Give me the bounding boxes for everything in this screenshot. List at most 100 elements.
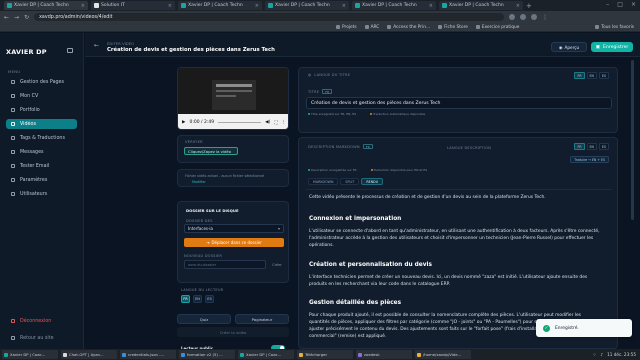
- move-to-folder-button[interactable]: ⇥ Déplacer dans ce dossier: [184, 238, 284, 247]
- browser-tab[interactable]: Xavier DP | Coach Techn ×: [178, 1, 262, 10]
- taskbar-item[interactable]: credentials.json -...: [120, 350, 176, 359]
- browser-tab[interactable]: Xavier DP | Coach Techn ×: [265, 1, 349, 10]
- all-bookmarks[interactable]: Tous les favoris: [595, 25, 634, 30]
- browser-tab[interactable]: Xavier DP | Coach Techn ×: [352, 1, 436, 10]
- lang-en-button[interactable]: EN: [193, 295, 202, 303]
- app-icon: [4, 352, 8, 357]
- sidebar-item-pages[interactable]: Gestion des Pages: [6, 77, 77, 87]
- app-icon: [181, 352, 185, 357]
- pages-icon: [11, 80, 15, 84]
- menu-icon[interactable]: ⋮: [542, 14, 548, 21]
- video-icon: [11, 122, 15, 126]
- bookmark-item[interactable]: Projets: [336, 25, 357, 30]
- verify-pill[interactable]: Cliquez/Zapez la vidéo: [184, 147, 238, 155]
- taskbar-item[interactable]: Télécharger: [297, 350, 353, 359]
- flag-es-button[interactable]: ES: [598, 143, 609, 150]
- volume-icon[interactable]: ♪: [600, 352, 603, 357]
- close-window-icon[interactable]: ×: [631, 1, 636, 8]
- more-icon[interactable]: ⋮: [282, 120, 287, 125]
- bookmark-item[interactable]: Fiche Store: [438, 25, 468, 30]
- bookmark-item[interactable]: ARC: [364, 25, 379, 30]
- close-tab-icon[interactable]: ×: [255, 3, 259, 9]
- brand-logo[interactable]: XAVIER DP: [6, 48, 47, 56]
- tab-rendu[interactable]: RENDU: [361, 178, 384, 185]
- new-folder-input[interactable]: nom-du-dossier: [184, 260, 266, 269]
- sidebar-item-messages[interactable]: Messages: [6, 147, 77, 157]
- folder-icon: [417, 352, 421, 357]
- bookmark-item[interactable]: Exercice pratique: [475, 25, 519, 30]
- bookmark-item[interactable]: Access the Prin...: [387, 25, 430, 30]
- close-tab-icon[interactable]: ×: [429, 3, 433, 9]
- sidebar-item-test-email[interactable]: Tester Email: [6, 161, 77, 171]
- title-field-label: TITRE FR: [308, 89, 333, 94]
- profile-icon[interactable]: [531, 14, 538, 20]
- translate-button[interactable]: Traduire → EN + ES: [570, 156, 609, 163]
- flag-en-button[interactable]: EN: [586, 143, 597, 150]
- create-folder-button[interactable]: Créer: [269, 260, 285, 269]
- flag-es-button[interactable]: ES: [598, 72, 609, 79]
- lang-fr-button[interactable]: FR: [181, 295, 190, 303]
- scrollbar[interactable]: [631, 60, 634, 220]
- play-icon[interactable]: ▶: [182, 120, 185, 125]
- window-controls: – □ ×: [606, 1, 636, 8]
- sidebar-item-users[interactable]: Utilisateurs: [6, 189, 77, 199]
- video-file-dropzone[interactable]: Fichier vidéo actuel - aucun fichier sél…: [177, 169, 289, 187]
- tab-markdown[interactable]: MARKDOWN: [308, 178, 339, 185]
- forward-icon[interactable]: →: [14, 14, 19, 21]
- title-warn-note: Traduction automatique disponible: [370, 112, 425, 116]
- save-button[interactable]: ▣ Enregistrer: [591, 42, 633, 52]
- back-arrow-icon[interactable]: ←: [94, 42, 99, 49]
- taskbar-item[interactable]: Chat-GPT | Ayan...: [61, 350, 117, 359]
- taskbar-item[interactable]: zoedesk: [356, 350, 412, 359]
- sidebar-item-videos[interactable]: Vidéos: [6, 119, 77, 129]
- taskbar-item[interactable]: /home/xavdp/Vide...: [415, 350, 471, 359]
- app-icon: [358, 352, 362, 357]
- video-player[interactable]: ▶ 0:00 / 2:49 ◀) ⛶ ⋮: [177, 67, 289, 130]
- flag-fr-button[interactable]: FR: [574, 143, 585, 150]
- maximize-icon[interactable]: □: [617, 1, 623, 8]
- network-icon[interactable]: ⌔: [592, 352, 596, 358]
- paginator-button[interactable]: Paginateur: [235, 314, 289, 324]
- quiz-button[interactable]: Quiz: [177, 314, 231, 324]
- preview-button[interactable]: ◉ Aperçu: [551, 42, 587, 52]
- taskbar-item[interactable]: formation v2 (5) ...: [179, 350, 235, 359]
- extension-icon[interactable]: [509, 14, 516, 20]
- close-tab-icon[interactable]: ×: [81, 3, 85, 9]
- flag-fr-button[interactable]: FR: [574, 72, 585, 79]
- video-thumbnail: [212, 80, 256, 110]
- sidebar-item-cv[interactable]: Mon CV: [6, 91, 77, 101]
- back-to-site-link[interactable]: Retour au site: [6, 336, 54, 341]
- menu-section-label: MENU: [8, 69, 21, 74]
- new-tab-button[interactable]: +: [526, 2, 532, 10]
- lang-es-button[interactable]: ES: [205, 295, 214, 303]
- browser-tab[interactable]: Solution IT ×: [91, 1, 175, 10]
- video-progress[interactable]: [218, 122, 262, 123]
- browser-tab[interactable]: Xavier DP | Coach Techn ×: [439, 1, 523, 10]
- player-language-label: LANGUE DU LECTEUR: [181, 288, 224, 292]
- clock[interactable]: 11 déc. 23:55: [607, 352, 636, 357]
- sidebar-item-settings[interactable]: Paramètres: [6, 175, 77, 185]
- reload-icon[interactable]: ↻: [24, 14, 29, 21]
- close-tab-icon[interactable]: ×: [168, 3, 172, 9]
- browser-tab[interactable]: Xavier DP | Coach Techn ×: [4, 1, 88, 10]
- taskbar-item[interactable]: Xavier DP | Coac...: [238, 350, 294, 359]
- collapse-sidebar-icon[interactable]: [67, 48, 73, 53]
- create-video-button[interactable]: Créer la vidéo: [177, 327, 289, 337]
- logout-button[interactable]: Déconnexion: [6, 319, 51, 324]
- sidebar-item-tags[interactable]: Tags & Traductions: [6, 133, 77, 143]
- tab-split[interactable]: SPLIT: [340, 178, 360, 185]
- flag-en-button[interactable]: EN: [586, 72, 597, 79]
- url-input[interactable]: xavdp.pro/admin/videos/4/edit: [34, 13, 505, 21]
- sidebar-item-portfolio[interactable]: Portfolio: [6, 105, 77, 115]
- extension-icon[interactable]: [520, 14, 527, 20]
- close-tab-icon[interactable]: ×: [342, 3, 346, 9]
- back-icon[interactable]: ←: [4, 14, 9, 21]
- taskbar-item[interactable]: Xavier DP | Coac...: [2, 350, 58, 359]
- minimize-icon[interactable]: –: [606, 1, 609, 8]
- title-input[interactable]: Création de devis et gestion des pièces …: [306, 97, 612, 109]
- close-tab-icon[interactable]: ×: [516, 3, 520, 9]
- folder-select[interactable]: Interfaces-ia ▾: [184, 224, 284, 233]
- fullscreen-icon[interactable]: ⛶: [274, 120, 277, 126]
- volume-icon[interactable]: ◀): [265, 120, 270, 125]
- dropzone-link[interactable]: Modifier: [192, 180, 206, 184]
